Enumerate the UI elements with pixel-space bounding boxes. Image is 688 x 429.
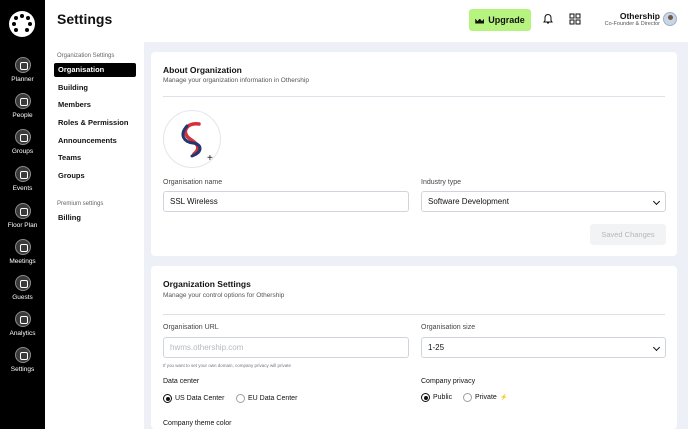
chevron-down-icon	[652, 197, 661, 206]
rail-item-label: Planner	[11, 76, 34, 83]
left-rail: Planner People Groups Events Floor Plan …	[0, 0, 45, 429]
bell-icon[interactable]	[542, 13, 554, 25]
app-logo-icon[interactable]	[9, 11, 35, 37]
nav-caption-premium: Premium settings	[57, 201, 104, 207]
rail-item-planner[interactable]: Planner	[0, 57, 45, 83]
rail-item-label: Analytics	[9, 330, 36, 337]
user-name: Othership	[619, 11, 660, 21]
upgrade-label: Upgrade	[488, 15, 525, 25]
about-title: About Organization	[163, 65, 242, 75]
rail-item-label: Guests	[12, 294, 33, 301]
organisation-url-hint: If you want to set your own domain, comp…	[163, 363, 292, 368]
rail-item-label: Events	[12, 185, 33, 192]
meetings-icon	[14, 239, 31, 255]
page-title: Settings	[57, 11, 113, 27]
nav-item-groups[interactable]: Groups	[54, 169, 136, 183]
rail-item-events[interactable]: Events	[0, 166, 45, 192]
rail-item-floor-plan[interactable]: Floor Plan	[0, 203, 45, 229]
chevron-down-icon	[652, 343, 661, 352]
nav-caption-organization: Organization Settings	[57, 53, 115, 59]
nav-item-roles-permission[interactable]: Roles & Permission	[54, 116, 136, 130]
organisation-url-label: Organisation URL	[163, 324, 219, 331]
org-settings-title: Organization Settings	[163, 279, 251, 289]
rail-item-settings[interactable]: Settings	[0, 347, 45, 373]
organisation-size-value: 1-25	[428, 343, 445, 352]
data-center-label: Data center	[163, 378, 200, 385]
radio-us-data-center[interactable]	[163, 394, 172, 403]
rail-item-meetings[interactable]: Meetings	[0, 239, 45, 265]
about-subtitle: Manage your organization information in …	[163, 77, 309, 84]
rail-item-label: Settings	[10, 366, 35, 373]
public-label: Public	[433, 394, 453, 401]
settings-icon	[14, 347, 31, 363]
people-icon	[14, 93, 31, 109]
rail-item-label: Floor Plan	[7, 222, 38, 229]
analytics-icon	[14, 311, 31, 327]
organisation-name-label: Organisation name	[163, 179, 223, 186]
radio-private[interactable]	[463, 393, 472, 402]
divider	[163, 314, 665, 315]
rail-item-analytics[interactable]: Analytics	[0, 311, 45, 337]
guests-icon	[14, 275, 31, 291]
saved-changes-button[interactable]: Saved Changes	[590, 224, 666, 245]
upgrade-button[interactable]: Upgrade	[469, 9, 531, 31]
avatar[interactable]	[663, 12, 677, 26]
organisation-size-label: Organisation size	[421, 324, 476, 331]
eu-data-center-label: EU Data Center	[248, 395, 298, 402]
nav-item-building[interactable]: Building	[54, 81, 136, 95]
company-privacy-label: Company privacy	[421, 378, 476, 385]
org-settings-subtitle: Manage your control options for Othershi…	[163, 292, 285, 299]
about-organization-card: About Organization Manage your organizat…	[151, 52, 677, 256]
rail-item-groups[interactable]: Groups	[0, 129, 45, 155]
nav-item-announcements[interactable]: Announcements	[54, 134, 136, 148]
nav-item-teams[interactable]: Teams	[54, 151, 136, 165]
industry-type-value: Software Development	[428, 197, 509, 206]
nav-item-members[interactable]: Members	[54, 98, 136, 112]
organisation-url-input[interactable]: hwms.othership.com	[163, 337, 409, 358]
rail-item-people[interactable]: People	[0, 93, 45, 119]
rail-item-label: Groups	[11, 148, 34, 155]
organisation-size-select[interactable]: 1-25	[421, 337, 666, 358]
add-logo-icon[interactable]: +	[207, 154, 217, 164]
industry-type-label: Industry type	[421, 179, 462, 186]
premium-bolt-icon: ⚡	[500, 395, 508, 401]
radio-eu-data-center[interactable]	[236, 394, 245, 403]
organization-settings-card: Organization Settings Manage your contro…	[151, 266, 677, 429]
rail-item-label: Meetings	[9, 258, 36, 265]
private-label: Private	[475, 394, 497, 401]
floor-plan-icon	[14, 203, 31, 219]
events-icon	[14, 166, 31, 182]
radio-public[interactable]	[421, 393, 430, 402]
organisation-name-input[interactable]: SSL Wireless	[163, 191, 409, 212]
rail-item-label: People	[12, 112, 33, 119]
planner-icon	[14, 57, 31, 73]
industry-type-select[interactable]: Software Development	[421, 191, 666, 212]
rail-item-guests[interactable]: Guests	[0, 275, 45, 301]
user-role: Co-Founder & Director	[604, 21, 660, 27]
divider	[163, 96, 665, 97]
nav-item-organisation[interactable]: Organisation	[54, 63, 136, 77]
nav-item-billing[interactable]: Billing	[54, 211, 136, 225]
crown-icon	[475, 17, 484, 24]
groups-icon	[14, 129, 31, 145]
company-theme-color-label: Company theme color	[163, 420, 232, 427]
apps-grid-icon[interactable]	[569, 13, 581, 25]
us-data-center-label: US Data Center	[175, 395, 225, 402]
